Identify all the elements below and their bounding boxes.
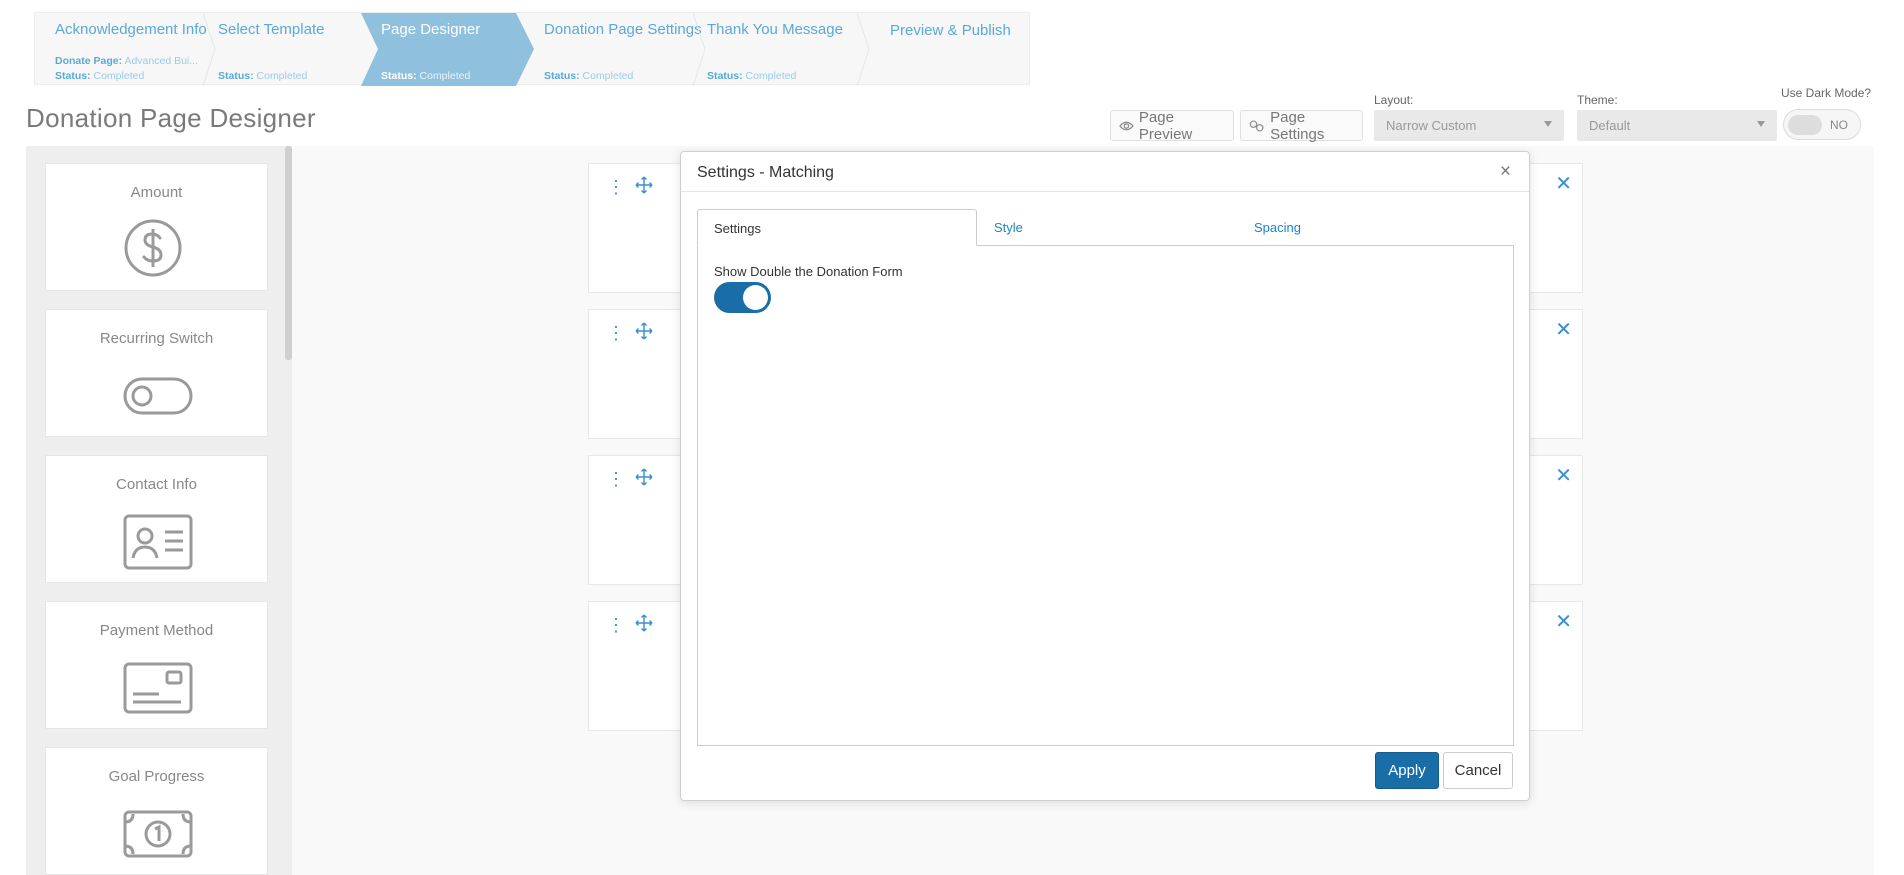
page-preview-label: Page Preview bbox=[1138, 108, 1193, 143]
chevron-down-icon bbox=[1544, 121, 1552, 127]
dark-mode-value: NO bbox=[1830, 118, 1848, 132]
close-icon[interactable]: ✕ bbox=[1555, 320, 1572, 340]
close-icon[interactable]: ✕ bbox=[1555, 466, 1572, 486]
step-title: Select Template bbox=[218, 21, 325, 38]
toggle-knob bbox=[743, 285, 768, 310]
step-title: Page Designer bbox=[381, 21, 481, 38]
palette-item-label: Contact Info bbox=[116, 476, 197, 493]
status-value: Completed bbox=[93, 70, 145, 82]
page-title: Donation Page Designer bbox=[26, 103, 316, 133]
wizard-step-page-designer[interactable]: Page Designer Status: Completed bbox=[361, 13, 536, 86]
show-double-donation-toggle[interactable] bbox=[714, 282, 771, 313]
more-vertical-icon[interactable]: ⋮ bbox=[607, 324, 625, 342]
layout-label: Layout: bbox=[1374, 93, 1414, 107]
eye-icon bbox=[1119, 121, 1134, 130]
wizard-steps: Acknowledgement Info Donate Page: Advanc… bbox=[34, 12, 1030, 86]
tab-settings[interactable]: Settings bbox=[697, 209, 977, 246]
palette-item-label: Goal Progress bbox=[108, 768, 205, 785]
status-label: Status: bbox=[707, 70, 743, 82]
status-value: Completed bbox=[256, 70, 308, 82]
theme-label: Theme: bbox=[1577, 93, 1618, 107]
step-separator bbox=[857, 13, 870, 86]
palette-item-payment-method[interactable]: Payment Method bbox=[45, 601, 268, 729]
step-title: Donation Page Settings bbox=[544, 21, 702, 38]
theme-select-value: Default bbox=[1589, 118, 1631, 133]
palette-item-label: Payment Method bbox=[99, 622, 214, 639]
status-label: Status: bbox=[381, 70, 417, 82]
status-value: Completed bbox=[419, 70, 471, 82]
wizard-step-acknowledgement[interactable]: Acknowledgement Info Donate Page: Advanc… bbox=[35, 13, 207, 86]
step-title: Thank You Message bbox=[707, 21, 843, 38]
chevron-down-icon bbox=[1757, 121, 1765, 127]
theme-select[interactable]: Default bbox=[1577, 110, 1777, 141]
step-title: Preview & Publish bbox=[890, 22, 1011, 39]
gears-icon bbox=[1249, 119, 1264, 132]
palette-item-amount[interactable]: Amount bbox=[45, 163, 268, 291]
palette-item-recurring-switch[interactable]: Recurring Switch bbox=[45, 309, 268, 437]
close-icon[interactable]: ✕ bbox=[1555, 612, 1572, 632]
toggle-knob bbox=[1788, 115, 1822, 135]
dollar-circle-icon bbox=[124, 219, 182, 277]
page-settings-label: Page Settings bbox=[1270, 108, 1325, 143]
tab-style[interactable]: Style bbox=[978, 209, 1039, 246]
modal-tabs: Settings Style Spacing bbox=[697, 209, 1514, 246]
palette-item-label: Recurring Switch bbox=[99, 330, 214, 347]
status-value: Completed bbox=[745, 70, 797, 82]
modal-title: Settings - Matching bbox=[697, 164, 834, 181]
contact-card-icon bbox=[123, 514, 193, 570]
status-label: Status: bbox=[544, 70, 580, 82]
close-icon[interactable]: × bbox=[1500, 161, 1511, 183]
toggle-icon bbox=[123, 377, 193, 415]
more-vertical-icon[interactable]: ⋮ bbox=[607, 178, 625, 196]
wizard-step-thank-you[interactable]: Thank You Message Status: Completed bbox=[687, 13, 852, 86]
palette-scrollbar[interactable] bbox=[285, 146, 292, 360]
apply-button[interactable]: Apply bbox=[1375, 752, 1439, 789]
page-settings-button[interactable]: Page Settings bbox=[1240, 108, 1363, 143]
move-icon[interactable] bbox=[635, 322, 653, 340]
wizard-step-select-template[interactable]: Select Template Status: Completed bbox=[198, 13, 358, 86]
cancel-button[interactable]: Cancel bbox=[1443, 752, 1513, 789]
modal-header: Settings - Matching × bbox=[681, 152, 1529, 192]
move-icon[interactable] bbox=[635, 614, 653, 632]
step-sub-value: Advanced Bui... bbox=[124, 55, 198, 67]
page-preview-button[interactable]: Page Preview bbox=[1110, 108, 1234, 143]
dark-mode-label: Use Dark Mode? bbox=[1781, 86, 1872, 100]
move-icon[interactable] bbox=[635, 468, 653, 486]
dark-mode-toggle[interactable]: NO bbox=[1783, 109, 1861, 140]
wizard-step-donation-page-settings[interactable]: Donation Page Settings Status: Completed bbox=[524, 13, 702, 86]
wizard-step-preview-publish[interactable]: Preview & Publish bbox=[870, 13, 1020, 86]
settings-tab-panel: Show Double the Donation Form bbox=[697, 245, 1514, 746]
palette-item-goal-progress[interactable]: Goal Progress bbox=[45, 747, 268, 875]
more-vertical-icon[interactable]: ⋮ bbox=[607, 616, 625, 634]
credit-card-icon bbox=[123, 662, 193, 714]
settings-modal: Settings - Matching × Settings Style Spa… bbox=[680, 151, 1530, 801]
palette-item-label: Amount bbox=[130, 184, 183, 201]
palette-item-contact-info[interactable]: Contact Info bbox=[45, 455, 268, 583]
close-icon[interactable]: ✕ bbox=[1555, 174, 1572, 194]
step-sub-label: Donate Page: bbox=[55, 55, 123, 67]
status-label: Status: bbox=[55, 70, 91, 82]
move-icon[interactable] bbox=[635, 176, 653, 194]
show-double-donation-label: Show Double the Donation Form bbox=[714, 264, 903, 279]
status-value: Completed bbox=[582, 70, 634, 82]
step-title: Acknowledgement Info bbox=[55, 21, 207, 38]
money-bill-icon bbox=[123, 810, 193, 858]
status-label: Status: bbox=[218, 70, 254, 82]
more-vertical-icon[interactable]: ⋮ bbox=[607, 470, 625, 488]
tab-spacing[interactable]: Spacing bbox=[1238, 209, 1317, 246]
layout-select-value: Narrow Custom bbox=[1386, 118, 1477, 133]
component-palette: Amount Recurring Switch Contact Info Pay… bbox=[26, 146, 292, 875]
layout-select[interactable]: Narrow Custom bbox=[1374, 110, 1564, 141]
